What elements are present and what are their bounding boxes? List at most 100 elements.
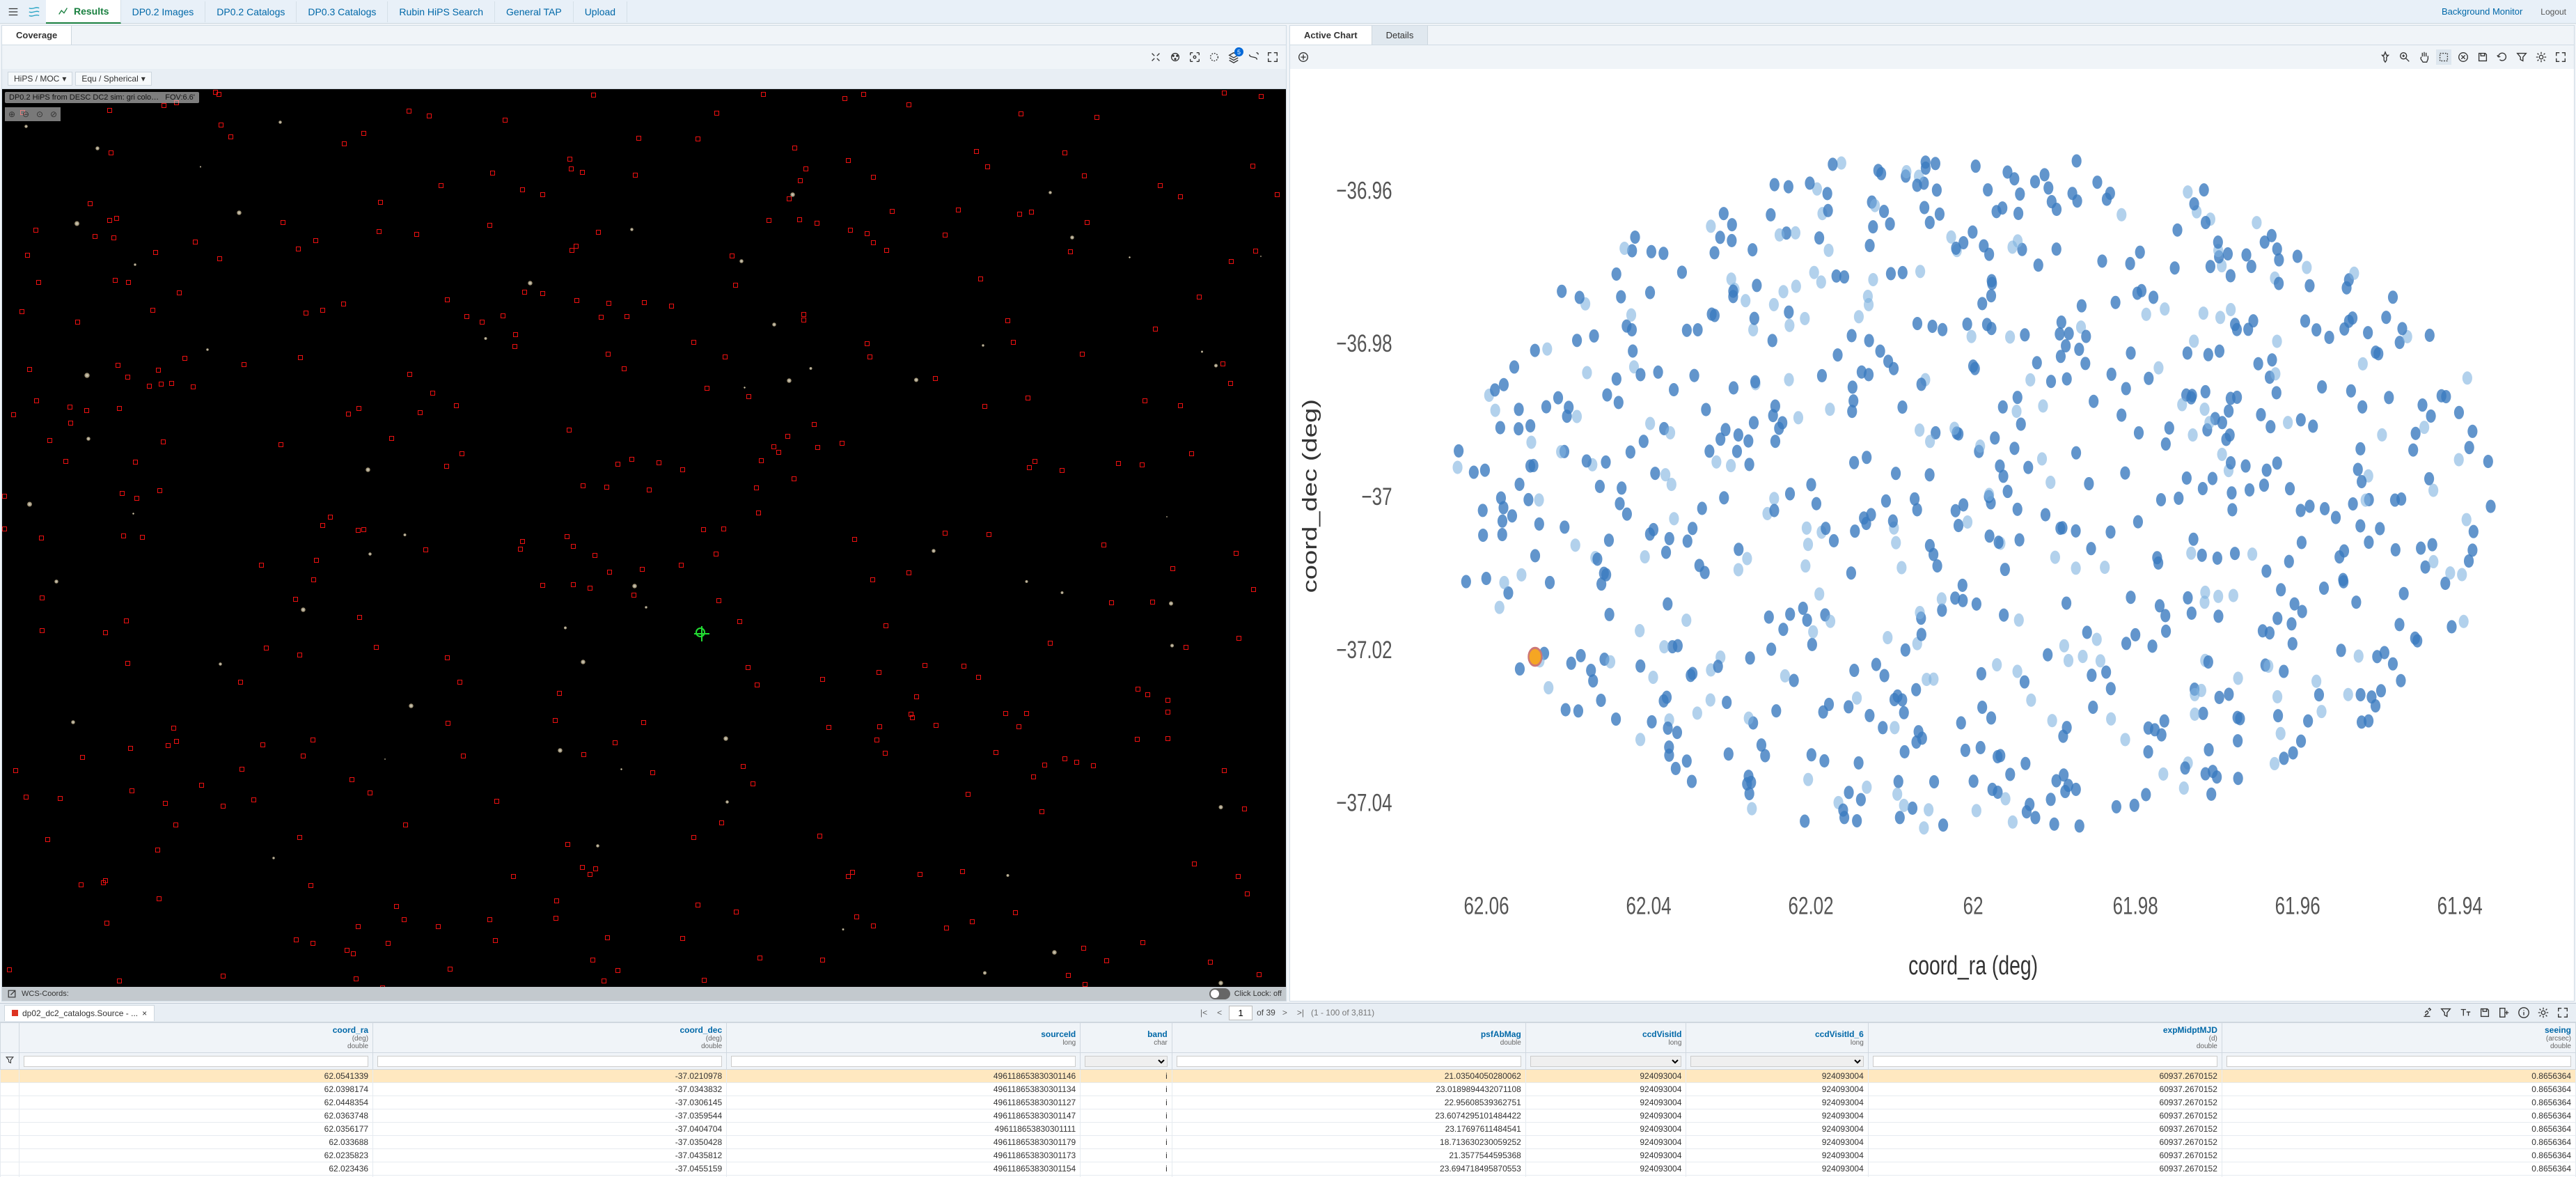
info-icon[interactable] (2516, 1005, 2531, 1020)
sky-image[interactable]: DP0.2 HiPS from DESC DC2 sim: gri colo… … (2, 89, 1286, 987)
menu-icon[interactable] (4, 3, 22, 21)
details-tab[interactable]: Details (1372, 26, 1429, 45)
filter-psfAbMag[interactable] (1172, 1053, 1525, 1070)
prev-page-icon[interactable]: < (1214, 1006, 1225, 1019)
coverage-tab[interactable]: Coverage (2, 26, 72, 45)
filter-icon[interactable] (2514, 49, 2529, 65)
tab-dp02-catalogs[interactable]: DP0.2 Catalogs (205, 1, 297, 22)
center-icon[interactable] (1187, 49, 1202, 65)
col-ccdVisitId_6[interactable]: ccdVisitId_6long (1686, 1023, 1868, 1053)
tab-results[interactable]: Results (46, 0, 121, 24)
settings-icon[interactable] (2534, 49, 2549, 65)
select-icon[interactable] (2436, 49, 2451, 65)
row-checkbox[interactable] (1, 1149, 19, 1162)
zoom-1x-icon[interactable]: ⊘ (47, 107, 61, 121)
tab-dp02-images[interactable]: DP0.2 Images (121, 1, 206, 22)
filter-ccdVisitId[interactable] (1525, 1053, 1686, 1070)
top-nav: Results DP0.2 Images DP0.2 Catalogs DP0.… (0, 0, 2576, 24)
table-row[interactable]: 62.0356177-37.0404704496118653830301111i… (1, 1123, 2576, 1136)
col-seeing[interactable]: seeing(arcsec)double (2222, 1023, 2575, 1053)
tab-upload[interactable]: Upload (574, 1, 627, 22)
col-psfAbMag[interactable]: psfAbMagdouble (1172, 1023, 1525, 1053)
pan-icon[interactable] (2417, 49, 2432, 65)
zoom-icon[interactable] (2397, 49, 2412, 65)
row-checkbox[interactable] (1, 1162, 19, 1176)
tab-hips-search[interactable]: Rubin HiPS Search (388, 1, 495, 22)
scatter-chart[interactable]: 62.0662.0462.026261.9861.9661.94−36.96−3… (1290, 69, 2574, 1001)
restore-icon[interactable] (2495, 49, 2510, 65)
microscope-icon[interactable] (2419, 1005, 2434, 1020)
col-expMidptMJD[interactable]: expMidptMJD(d)double (1868, 1023, 2222, 1053)
app-logo[interactable] (25, 3, 43, 21)
page-input[interactable] (1229, 1006, 1252, 1020)
filter-coord_ra[interactable] (19, 1053, 373, 1070)
first-page-icon[interactable]: |< (1197, 1006, 1210, 1019)
last-page-icon[interactable]: >| (1294, 1006, 1307, 1019)
tools-icon[interactable] (1148, 49, 1163, 65)
filter-ccdVisitId_6[interactable] (1686, 1053, 1868, 1070)
filter-table-icon[interactable] (2438, 1005, 2453, 1020)
filter-coord_dec[interactable] (373, 1053, 727, 1070)
tab-dp03-catalogs[interactable]: DP0.3 Catalogs (297, 1, 388, 22)
projection-dropdown[interactable]: Equ / Spherical ▾ (75, 72, 151, 86)
popout-icon[interactable] (6, 988, 17, 999)
col-band[interactable]: bandchar (1081, 1023, 1172, 1053)
row-checkbox[interactable] (1, 1083, 19, 1096)
filter-expMidptMJD[interactable] (1868, 1053, 2222, 1070)
row-checkbox[interactable] (1, 1109, 19, 1123)
zoom-out-icon[interactable]: ⊖ (19, 107, 33, 121)
filter-band[interactable] (1081, 1053, 1172, 1070)
row-checkbox[interactable] (1, 1136, 19, 1149)
col-coord_dec[interactable]: coord_dec(deg)double (373, 1023, 727, 1053)
filter-seeing[interactable] (2222, 1053, 2575, 1070)
text-options-icon[interactable] (2458, 1005, 2473, 1020)
cell: -37.0435812 (373, 1149, 727, 1162)
col-ccdVisitId[interactable]: ccdVisitIdlong (1525, 1023, 1686, 1053)
reset-zoom-icon[interactable] (2456, 49, 2471, 65)
filter-icon[interactable] (1, 1053, 19, 1070)
expand-icon[interactable] (1265, 49, 1280, 65)
table-row[interactable]: 62.0235823-37.0435812496118653830301173i… (1, 1149, 2576, 1162)
row-checkbox[interactable] (1, 1096, 19, 1109)
cell: i (1081, 1136, 1172, 1149)
table-settings-icon[interactable] (2536, 1005, 2551, 1020)
checkbox-header[interactable] (1, 1023, 19, 1053)
row-checkbox[interactable] (1, 1123, 19, 1136)
expand-chart-icon[interactable] (2553, 49, 2568, 65)
row-checkbox[interactable] (1, 1070, 19, 1083)
col-coord_ra[interactable]: coord_ra(deg)double (19, 1023, 373, 1053)
table-row[interactable]: 62.0398174-37.0343832496118653830301134i… (1, 1083, 2576, 1096)
region-icon[interactable] (1207, 49, 1222, 65)
add-chart-icon[interactable] (1296, 49, 1311, 65)
cell: i (1081, 1083, 1172, 1096)
table-tab[interactable]: dp02_dc2_catalogs.Source - ... × (4, 1005, 155, 1021)
table-scroll[interactable]: coord_ra(deg)doublecoord_dec(deg)doubles… (0, 1022, 2576, 1177)
logout-link[interactable]: Logout (2540, 7, 2572, 17)
pin-icon[interactable] (2378, 49, 2393, 65)
tab-general-tap[interactable]: General TAP (495, 1, 574, 22)
cell: 62.0363748 (19, 1109, 373, 1123)
col-sourceId[interactable]: sourceIdlong (727, 1023, 1081, 1053)
save-table-icon[interactable] (2477, 1005, 2492, 1020)
active-chart-tab[interactable]: Active Chart (1290, 26, 1372, 45)
filter-sourceId[interactable] (727, 1053, 1081, 1070)
layers-icon[interactable] (1226, 49, 1241, 65)
lock-icon[interactable] (1246, 49, 1261, 65)
background-monitor-link[interactable]: Background Monitor (2442, 6, 2522, 17)
expand-table-icon[interactable] (2555, 1005, 2570, 1020)
zoom-fit-icon[interactable]: ⊙ (33, 107, 47, 121)
table-row[interactable]: 62.033688-37.0350428496118653830301179i1… (1, 1136, 2576, 1149)
svg-text:62: 62 (1963, 892, 1984, 920)
color-icon[interactable] (1168, 49, 1183, 65)
save-icon[interactable] (2475, 49, 2490, 65)
table-row[interactable]: 62.0363748-37.0359544496118653830301147i… (1, 1109, 2576, 1123)
add-column-icon[interactable] (2497, 1005, 2512, 1020)
next-page-icon[interactable]: > (1280, 1006, 1290, 1019)
click-lock-toggle[interactable] (1209, 988, 1230, 999)
close-icon[interactable]: × (142, 1008, 147, 1018)
table-row[interactable]: 62.0541339-37.0210978496118653830301146i… (1, 1070, 2576, 1083)
hips-moc-dropdown[interactable]: HiPS / MOC ▾ (8, 72, 72, 86)
zoom-in-icon[interactable]: ⊕ (5, 107, 19, 121)
table-row[interactable]: 62.0448354-37.0306145496118653830301127i… (1, 1096, 2576, 1109)
table-row[interactable]: 62.023436-37.0455159496118653830301154i2… (1, 1162, 2576, 1176)
